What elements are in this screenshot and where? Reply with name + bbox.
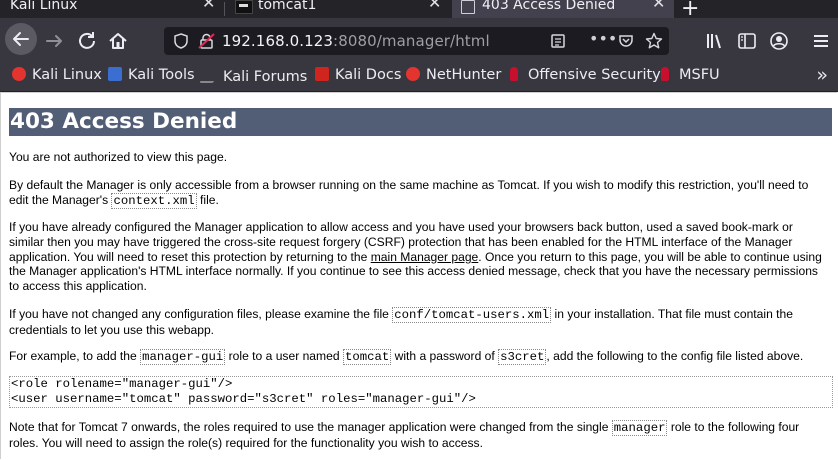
paragraph-config-files: If you have not changed any configuratio… — [9, 307, 831, 338]
text: file. — [196, 192, 219, 207]
main-manager-page-link[interactable]: main Manager page — [371, 250, 479, 264]
msfu-icon — [661, 67, 669, 81]
close-icon[interactable]: ✕ — [652, 0, 665, 11]
bookmark-nethunter[interactable]: NetHunter — [406, 67, 501, 83]
code-tomcat-users-xml: conf/tomcat-users.xml — [392, 307, 552, 323]
bookmark-label: Kali Tools — [128, 67, 195, 83]
code-manager: manager — [611, 420, 668, 436]
paragraph-tomcat7-roles: Note that for Tomcat 7 onwards, the role… — [9, 420, 831, 451]
star-icon[interactable] — [645, 32, 663, 50]
kali-tools-icon — [108, 67, 122, 81]
tab-label: Kali Linux — [10, 0, 78, 13]
page-icon — [461, 0, 475, 14]
url-host: 192.168.0.123 — [222, 32, 334, 50]
kali-docs-icon — [315, 67, 329, 81]
home-button[interactable] — [107, 30, 129, 52]
page-title: 403 Access Denied — [9, 108, 832, 136]
kali-forums-icon — [199, 67, 221, 83]
chevron-right-icon[interactable]: » — [816, 64, 828, 86]
address-bar[interactable]: 192.168.0.123:8080/manager/html ••• — [164, 27, 669, 55]
menu-icon[interactable] — [811, 31, 831, 51]
bookmark-label: Kali Linux — [32, 67, 102, 83]
page-content: 403 Access Denied You are not authorized… — [0, 92, 838, 460]
bookmark-kali-docs[interactable]: Kali Docs — [315, 67, 401, 83]
bookmark-label: MSFU — [679, 67, 720, 83]
url-path: :8080/manager/html — [333, 32, 490, 50]
kali-icon — [12, 67, 26, 81]
reader-view-icon[interactable] — [550, 33, 566, 49]
pocket-icon[interactable] — [618, 33, 634, 49]
tab-label: 403 Access Denied — [482, 0, 616, 13]
arrow-left-icon — [13, 32, 29, 46]
bookmark-label: Kali Docs — [335, 67, 402, 83]
bookmark-kali-forums[interactable]: Kali Forums — [199, 67, 308, 85]
back-button[interactable] — [5, 23, 37, 55]
code-s3cret: s3cret — [498, 349, 547, 365]
page-actions-icon[interactable]: ••• — [589, 29, 617, 48]
bookmark-offensive-security[interactable]: Offensive Security — [510, 67, 661, 83]
paragraph-example: For example, to add the manager-gui role… — [9, 349, 831, 365]
tab-tomcat1[interactable]: tomcat1 ✕ — [225, 0, 451, 18]
paragraph-not-authorized: You are not authorized to view this page… — [9, 150, 228, 164]
account-icon[interactable] — [769, 31, 789, 51]
text: role to a user named — [225, 349, 343, 363]
reload-button[interactable] — [76, 30, 98, 52]
bookmarks-toolbar: Kali Linux Kali Tools Kali Forums Kali D… — [0, 64, 838, 92]
bookmark-msfu[interactable]: MSFU — [661, 67, 720, 83]
url-text[interactable]: 192.168.0.123:8080/manager/html — [222, 32, 490, 50]
code-block-config: <role rolename="manager-gui"/> <user use… — [9, 376, 833, 408]
paragraph-default-access: By default the Manager is only accessibl… — [9, 178, 831, 209]
close-icon[interactable]: ✕ — [202, 0, 215, 11]
forward-button[interactable] — [44, 30, 66, 52]
tab-strip: Kali Linux ✕ tomcat1 ✕ 403 Access Denied… — [0, 0, 838, 18]
tab-kali-linux[interactable]: Kali Linux ✕ — [0, 0, 224, 18]
library-icon[interactable] — [705, 31, 725, 51]
nethunter-icon — [406, 67, 420, 81]
new-tab-button[interactable]: + — [681, 0, 699, 18]
navigation-toolbar: 192.168.0.123:8080/manager/html ••• — [0, 18, 838, 64]
bookmark-label: Offensive Security — [528, 67, 661, 83]
code-manager-gui: manager-gui — [140, 349, 226, 365]
tab-label: tomcat1 — [258, 0, 317, 13]
code-tomcat: tomcat — [342, 349, 392, 365]
shield-icon[interactable] — [173, 33, 189, 49]
code-line: <role rolename="manager-gui"/> — [11, 377, 233, 391]
offsec-icon — [510, 67, 518, 81]
bookmark-kali-tools[interactable]: Kali Tools — [108, 67, 195, 83]
text: If you have not changed any configuratio… — [9, 307, 393, 321]
text: Note that for Tomcat 7 onwards, the role… — [9, 420, 612, 434]
code-line: <user username="tomcat" password="s3cret… — [11, 392, 476, 406]
bookmark-kali-linux[interactable]: Kali Linux — [12, 67, 102, 83]
insecure-lock-icon[interactable] — [198, 33, 216, 49]
text: with a password of — [391, 349, 499, 363]
tab-403-access-denied[interactable]: 403 Access Denied ✕ — [452, 0, 674, 18]
close-icon[interactable]: ✕ — [428, 0, 441, 11]
sidebar-icon[interactable] — [737, 31, 757, 51]
code-context-xml: context.xml — [111, 192, 197, 209]
tomcat-favicon-icon — [235, 0, 253, 14]
paragraph-csrf: If you have already configured the Manag… — [9, 220, 831, 294]
text: For example, to add the — [9, 349, 141, 363]
text: , add the following to the config file l… — [546, 349, 804, 363]
bookmark-label: Kali Forums — [223, 69, 308, 85]
bookmark-label: NetHunter — [426, 67, 502, 83]
